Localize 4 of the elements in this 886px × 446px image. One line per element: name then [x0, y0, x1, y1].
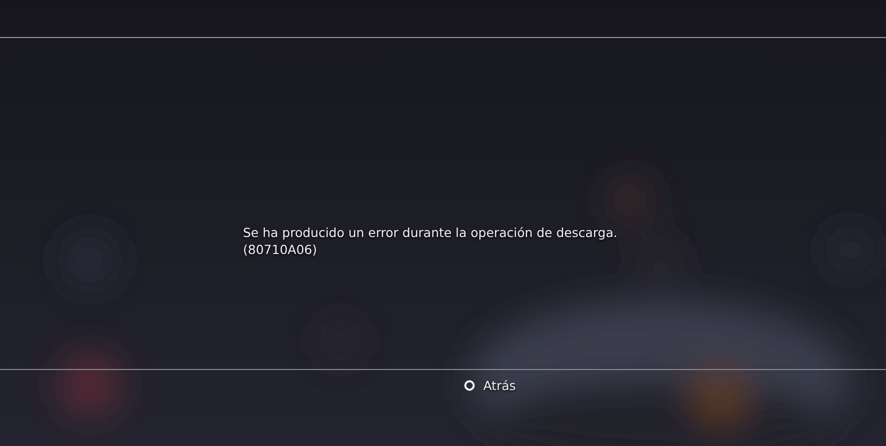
circle-icon — [464, 380, 476, 390]
back-button[interactable]: Atrás — [464, 375, 516, 395]
error-message: Se ha producido un error durante la operación de descarga. — [243, 224, 618, 241]
error-message: (80710A06) — [243, 241, 318, 258]
